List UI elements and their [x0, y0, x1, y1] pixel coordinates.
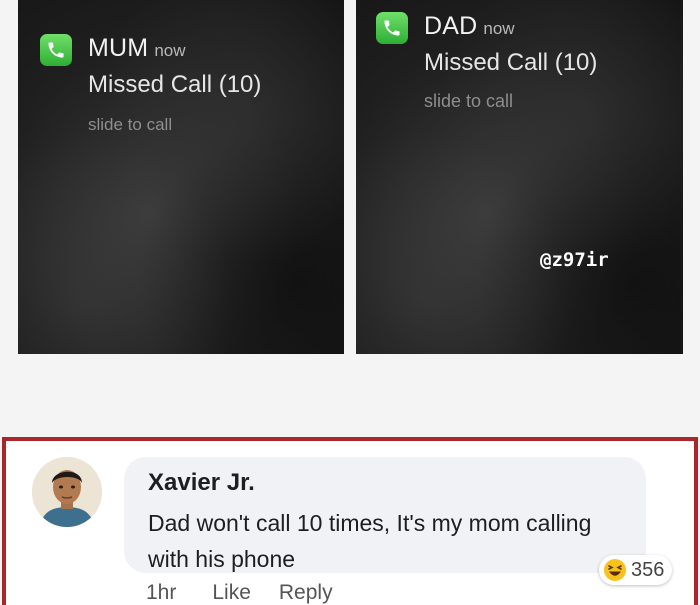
missed-call-text: Missed Call (10): [424, 49, 598, 76]
notification-body: DAD now Missed Call (10) slide to call: [424, 12, 597, 112]
avatar[interactable]: [32, 457, 102, 527]
notification-body: MUM now Missed Call (10) slide to call: [88, 34, 261, 135]
caller-name: DAD: [424, 12, 478, 40]
phone-icon: [40, 34, 72, 66]
meme-page: MUM now Missed Call (10) slide to call DA…: [0, 0, 700, 605]
phone-icon: [376, 12, 408, 44]
slide-to-call-hint[interactable]: slide to call: [88, 115, 261, 135]
comment-text: Dad won't call 10 times, It's my mom cal…: [148, 510, 592, 572]
comment-timestamp[interactable]: 1hr: [146, 581, 176, 604]
lockscreen-mum: MUM now Missed Call (10) slide to call: [18, 0, 344, 354]
caller-name: MUM: [88, 34, 149, 62]
comment-author[interactable]: Xavier Jr.: [148, 469, 255, 497]
notification-time: now: [154, 41, 186, 60]
slide-to-call-hint[interactable]: slide to call: [424, 91, 597, 112]
comment-actions: 1hr Like Reply: [146, 581, 361, 605]
missed-call-text: Missed Call (10): [88, 71, 262, 98]
notification-time: now: [483, 19, 515, 38]
like-button[interactable]: Like: [212, 581, 251, 604]
laughing-emoji-icon: [604, 559, 626, 581]
highlighted-comment: Xavier Jr. Dad won't call 10 times, It's…: [2, 437, 698, 605]
watermark-handle: @z97ir: [540, 249, 609, 271]
lockscreen-dad: DAD now Missed Call (10) slide to call @z…: [356, 0, 683, 354]
comment-bubble: Xavier Jr. Dad won't call 10 times, It's…: [124, 457, 646, 573]
reaction-badge[interactable]: 356: [599, 555, 673, 585]
reaction-count: 356: [631, 558, 665, 581]
reply-button[interactable]: Reply: [279, 581, 333, 604]
